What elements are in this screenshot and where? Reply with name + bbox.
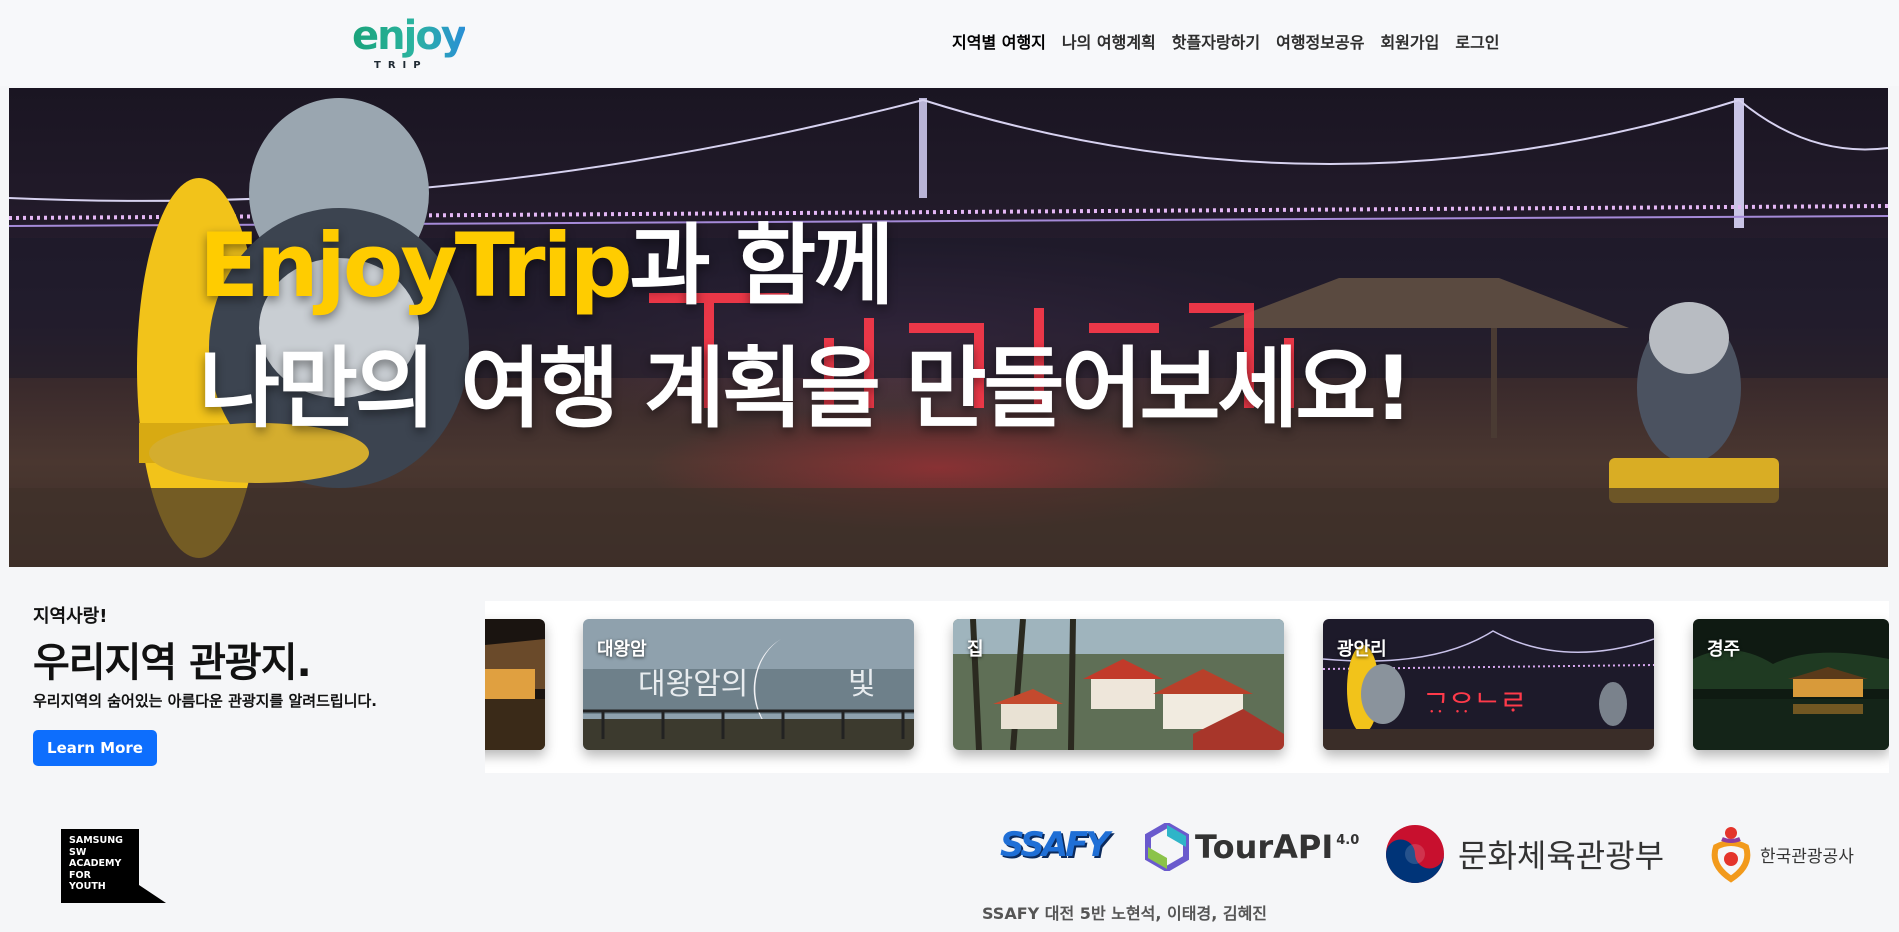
local-attractions-intro: 지역사랑! 우리지역 관광지. 우리지역의 숨어있는 아름다운 관광지를 알려드… xyxy=(0,586,485,776)
hero-brand: EnjoyTrip xyxy=(199,214,633,317)
attraction-card-gyeongju[interactable]: 경주 xyxy=(1693,619,1889,750)
nav-travel-info-share[interactable]: 여행정보공유 xyxy=(1276,30,1364,56)
nav-regional-destinations[interactable]: 지역별 여행지 xyxy=(952,30,1046,56)
nav-login[interactable]: 로그인 xyxy=(1455,30,1499,56)
attraction-card-gwangalli[interactable]: ᄀᆢᄋᆢᄂᄅᆞ 광안리 xyxy=(1323,619,1654,750)
page: enjoy TRIP 지역별 여행지 나의 여행계획 핫플자랑하기 여행정보공유… xyxy=(0,0,1899,932)
footer: SAMSUNG SW ACADEMY FOR YOUTH SSAFY TourA… xyxy=(0,801,1899,932)
kto-logo: 한국관광공사 xyxy=(1708,825,1854,883)
logo-wordmark: enjoy xyxy=(352,13,467,59)
nav-my-travel-plan[interactable]: 나의 여행계획 xyxy=(1062,30,1156,56)
hexagon-icon xyxy=(1145,823,1189,871)
main-nav: 지역별 여행지 나의 여행계획 핫플자랑하기 여행정보공유 회원가입 로그인 xyxy=(952,30,1500,56)
enjoytrip-logo[interactable]: enjoy TRIP xyxy=(352,12,467,76)
kto-name: 한국관광공사 xyxy=(1760,846,1854,867)
promo-title: 우리지역 관광지. xyxy=(33,640,312,686)
card-label: 경주 xyxy=(1707,639,1741,660)
attraction-card-daewangam[interactable]: 대왕암의 빛 대왕암 xyxy=(583,619,914,750)
mcst-name: 문화체육관광부 xyxy=(1458,837,1665,875)
hero-headline: EnjoyTrip과 함께 나만의 여행 계획을 만들어보세요! xyxy=(199,206,1413,452)
hero-line-1: EnjoyTrip과 함께 xyxy=(199,206,1410,326)
nav-hotplace-boast[interactable]: 핫플자랑하기 xyxy=(1172,30,1260,56)
card-label: 광안리 xyxy=(1337,639,1387,660)
attraction-card-house[interactable]: 집 xyxy=(953,619,1284,750)
taegeuk-icon xyxy=(1386,825,1444,883)
footer-credit: SSAFY 대전 5반 노현석, 이태경, 김혜진 xyxy=(982,904,1268,923)
tourapi-name: TourAPI xyxy=(1195,828,1334,866)
academy-logo-text: SAMSUNG SW ACADEMY FOR YOUTH xyxy=(69,835,123,892)
hero-line-1-rest: 과 함께 xyxy=(629,214,895,317)
card-image xyxy=(953,619,1284,750)
promo-description: 우리지역의 숨어있는 아름다운 관광지를 알려드립니다. xyxy=(33,692,377,710)
attractions-carousel[interactable]: 대왕암의 빛 대왕암 집 ᄀᆢᄋᆢᄂᄅᆞ 광안리 경주 xyxy=(485,601,1889,773)
learn-more-button[interactable]: Learn More xyxy=(33,730,157,766)
mcst-logo: 문화체육관광부 xyxy=(1384,823,1664,885)
tourapi-version: 4.0 xyxy=(1336,832,1360,848)
kto-symbol-icon xyxy=(1711,827,1751,883)
card-image xyxy=(485,619,545,750)
samsung-sw-academy-logo: SAMSUNG SW ACADEMY FOR YOUTH xyxy=(61,829,166,905)
card-label: 집 xyxy=(967,639,984,660)
hero-line-2: 나만의 여행 계획을 만들어보세요! xyxy=(199,337,1413,440)
svg-text:대왕암의: 대왕암의 xyxy=(638,667,748,702)
attraction-card[interactable] xyxy=(485,619,545,750)
top-navbar: enjoy TRIP 지역별 여행지 나의 여행계획 핫플자랑하기 여행정보공유… xyxy=(0,0,1899,86)
nav-signup[interactable]: 회원가입 xyxy=(1380,30,1439,56)
ssafy-logo: SSAFY xyxy=(1000,825,1110,865)
promo-kicker: 지역사랑! xyxy=(33,606,108,627)
logo-subtext: TRIP xyxy=(374,60,428,71)
tourapi-logo: TourAPI 4.0 xyxy=(1145,823,1359,871)
svg-text:빛: 빛 xyxy=(848,667,876,702)
svg-text:ᄀᆢᄋᆢᄂᄅᆞ: ᄀᆢᄋᆢᄂᄅᆞ xyxy=(1423,688,1526,721)
hero-banner: EnjoyTrip과 함께 나만의 여행 계획을 만들어보세요! xyxy=(9,88,1888,567)
card-label: 대왕암 xyxy=(597,639,647,660)
